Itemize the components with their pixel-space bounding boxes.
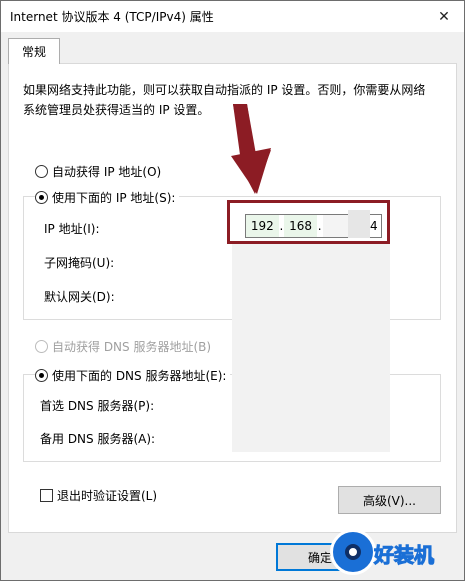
title-bar: Internet 协议版本 4 (TCP/IPv4) 属性 ✕: [1, 1, 464, 32]
radio-auto-dns[interactable]: 自动获得 DNS 服务器地址(B): [35, 338, 211, 355]
preferred-dns-label: 首选 DNS 服务器(P):: [40, 399, 155, 413]
radio-selected-icon: [35, 369, 48, 382]
radio-disabled-icon: [35, 340, 48, 353]
blurred-region: [232, 244, 390, 452]
radio-auto-ip-label: 自动获得 IP 地址(O): [52, 165, 162, 179]
window-title: Internet 协议版本 4 (TCP/IPv4) 属性: [10, 10, 214, 24]
subnet-mask-label: 子网掩码(U):: [44, 256, 115, 270]
gateway-label: 默认网关(D):: [44, 290, 115, 304]
radio-manual-ip[interactable]: 使用下面的 IP 地址(S):: [35, 189, 180, 206]
watermark-text: 好装机: [374, 543, 435, 568]
close-icon[interactable]: ✕: [424, 1, 464, 32]
alternate-dns-label: 备用 DNS 服务器(A):: [40, 432, 156, 446]
watermark-logo-icon: [330, 529, 376, 575]
radio-auto-ip[interactable]: 自动获得 IP 地址(O): [35, 163, 161, 180]
radio-manual-dns[interactable]: 使用下面的 DNS 服务器地址(E):: [35, 367, 231, 384]
validate-checkbox[interactable]: 退出时验证设置(L): [40, 487, 157, 504]
radio-icon: [35, 165, 48, 178]
validate-label: 退出时验证设置(L): [57, 489, 158, 503]
ip-address-label: IP 地址(I):: [44, 222, 100, 236]
radio-auto-dns-label: 自动获得 DNS 服务器地址(B): [52, 340, 212, 354]
tab-general[interactable]: 常规: [8, 38, 60, 64]
radio-manual-ip-label: 使用下面的 IP 地址(S):: [52, 191, 176, 205]
advanced-button[interactable]: 高级(V)...: [338, 486, 441, 514]
watermark: 好装机: [330, 527, 460, 577]
radio-manual-dns-label: 使用下面的 DNS 服务器地址(E):: [52, 369, 227, 383]
radio-selected-icon: [35, 191, 48, 204]
highlight-box: [227, 200, 390, 244]
arrow-icon: [231, 104, 271, 194]
checkbox-icon: [40, 489, 53, 502]
